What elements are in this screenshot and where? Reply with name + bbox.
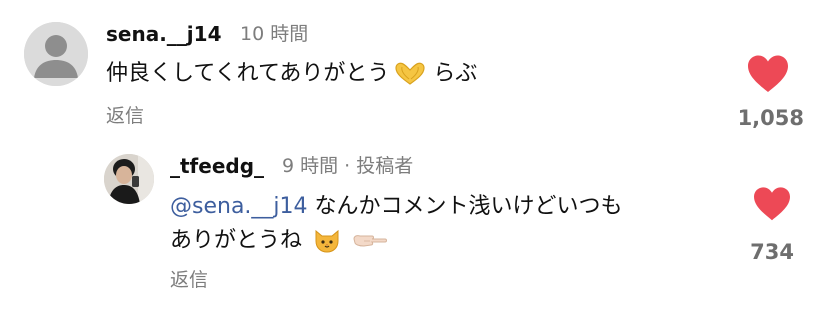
avatar-photo[interactable] xyxy=(104,154,154,204)
reply-reply-button[interactable]: 返信 xyxy=(170,266,208,294)
mention-link[interactable]: @sena.__j14 xyxy=(170,194,308,219)
pointing-hand-icon xyxy=(353,235,388,247)
reply-like-button[interactable] xyxy=(752,186,792,222)
user-photo-icon xyxy=(104,154,154,204)
reply-time-author: 9 時間 · 投稿者 xyxy=(282,155,414,177)
reply-like-count: 734 xyxy=(750,240,794,264)
heart-icon xyxy=(754,187,790,221)
reply-button[interactable]: 返信 xyxy=(106,102,144,130)
reply-text: @sena.__j14 なんかコメント浅いけどいつも ありがとうね xyxy=(170,190,730,258)
reply-text-line2: ありがとうね xyxy=(170,228,303,253)
default-user-icon xyxy=(24,22,88,86)
like-button[interactable] xyxy=(746,54,790,94)
comment-text: 仲良くしてくれてありがとう らぶ xyxy=(106,58,477,90)
comment-username[interactable]: sena.__j14 xyxy=(106,20,222,48)
comment-text-suffix: らぶ xyxy=(433,61,478,86)
avatar-default[interactable] xyxy=(24,22,88,86)
like-count: 1,058 xyxy=(737,106,804,130)
heart-hands-icon xyxy=(395,62,425,85)
comment-time: 10 時間 xyxy=(240,23,309,45)
reply-text-line1: なんかコメント浅いけどいつも xyxy=(307,194,623,219)
comment-text-body: 仲良くしてくれてありがとう xyxy=(106,61,390,86)
reply-username[interactable]: _tfeedg_ xyxy=(170,152,264,180)
heart-icon xyxy=(748,55,788,92)
cat-face-icon xyxy=(315,229,339,253)
comments-thread: sena.__j14 10 時間 仲良くしてくれてありがとう らぶ 返信 1,0… xyxy=(0,0,828,315)
